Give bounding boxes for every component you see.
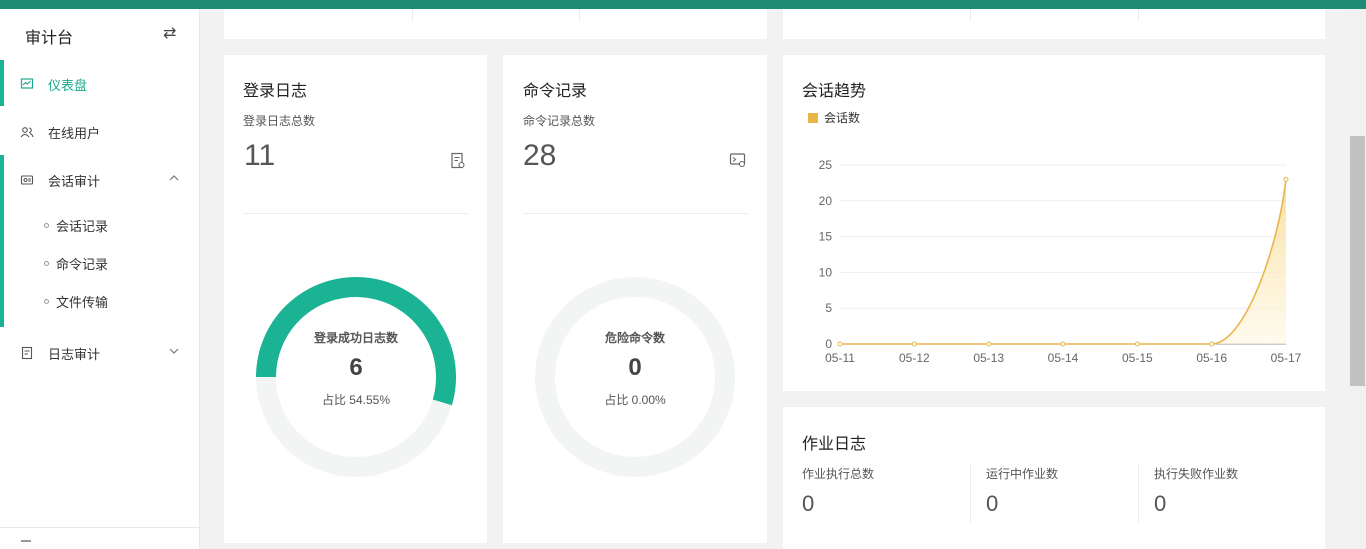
bullet-icon bbox=[44, 299, 49, 304]
y-tick-label: 0 bbox=[825, 337, 832, 351]
divider bbox=[412, 9, 413, 21]
stat-label: 运行中作业数 bbox=[986, 467, 1059, 481]
job-log-card: 作业日志 作业执行总数 0 运行中作业数 0 执行失败作业数 0 bbox=[783, 407, 1325, 549]
donut-value: 0 bbox=[628, 354, 642, 381]
stat-value: 0 bbox=[802, 491, 815, 516]
log-icon bbox=[21, 346, 33, 360]
x-tick-label: 05-12 bbox=[899, 351, 930, 365]
card-title: 命令记录 bbox=[523, 83, 588, 100]
divider bbox=[970, 463, 971, 523]
data-point bbox=[1209, 341, 1215, 347]
x-tick-label: 05-15 bbox=[1122, 351, 1153, 365]
dashboard-icon bbox=[20, 78, 34, 89]
data-point bbox=[1060, 341, 1066, 347]
sidebar-item-label: 会话审计 bbox=[48, 173, 101, 189]
stat-label: 作业执行总数 bbox=[802, 467, 875, 481]
sidebar-subitem-label: 命令记录 bbox=[56, 257, 109, 272]
sidebar-item-label: 日志审计 bbox=[48, 346, 101, 362]
scrollbar-thumb[interactable] bbox=[1350, 136, 1365, 386]
top-stats-card-left bbox=[224, 9, 767, 39]
sidebar-item-log-audit[interactable]: 日志审计 bbox=[0, 331, 200, 375]
data-point bbox=[986, 341, 992, 347]
chevron-up-icon bbox=[169, 175, 179, 181]
swap-icon[interactable]: ⇄ bbox=[163, 23, 176, 43]
divider bbox=[970, 9, 971, 21]
bullet-icon bbox=[44, 223, 49, 228]
y-tick-label: 5 bbox=[825, 301, 832, 315]
sidebar-divider bbox=[0, 527, 200, 528]
divider bbox=[243, 213, 468, 214]
sidebar-item-label: 在线用户 bbox=[48, 125, 101, 141]
sidebar-subitem-label: 会话记录 bbox=[56, 219, 109, 234]
series-line bbox=[840, 179, 1287, 345]
x-tick-label: 05-13 bbox=[973, 351, 1004, 365]
stat-label: 执行失败作业数 bbox=[1154, 467, 1239, 481]
series-area bbox=[840, 179, 1286, 344]
session-trend-card: 会话趋势 会话数 0 5 10 15 20 25 05-11 05-12 05-13 05-14 0… bbox=[783, 55, 1325, 391]
card-title: 作业日志 bbox=[802, 436, 867, 453]
sidebar-item-session-audit[interactable]: 会话审计 bbox=[0, 158, 200, 202]
divider bbox=[579, 9, 580, 21]
command-record-card: 命令记录 命令记录总数 28 危险命令数 0 占比 0.00% bbox=[503, 55, 767, 543]
sidebar-subitem-label: 文件传输 bbox=[56, 295, 109, 310]
divider bbox=[1138, 463, 1139, 523]
x-tick-label: 05-14 bbox=[1048, 351, 1079, 365]
total-label: 命令记录总数 bbox=[523, 114, 596, 128]
sidebar-subitem-command-records[interactable]: 命令记录 bbox=[44, 254, 108, 273]
donut-percent: 占比 0.00% bbox=[604, 393, 666, 407]
data-point bbox=[1134, 341, 1140, 347]
sidebar-subitem-session-records[interactable]: 会话记录 bbox=[44, 216, 108, 235]
divider bbox=[1138, 9, 1139, 21]
x-tick-label: 05-11 bbox=[825, 351, 855, 365]
total-label: 登录日志总数 bbox=[243, 114, 316, 128]
sidebar-item-online-users[interactable]: 在线用户 bbox=[0, 110, 200, 154]
data-point bbox=[1283, 176, 1289, 182]
y-tick-label: 15 bbox=[819, 230, 833, 244]
donut-label: 登录成功日志数 bbox=[313, 331, 398, 345]
data-point bbox=[911, 341, 917, 347]
sidebar-subitem-file-transfer[interactable]: 文件传输 bbox=[44, 292, 108, 311]
bullet-icon bbox=[44, 261, 49, 266]
donut-label: 危险命令数 bbox=[604, 331, 665, 345]
donut-percent: 占比 54.55% bbox=[321, 393, 391, 407]
terminal-card-icon[interactable] bbox=[729, 152, 747, 168]
stat-value: 0 bbox=[1154, 491, 1167, 516]
login-log-card: 登录日志 登录日志总数 11 登录成功日志数 6 占比 54.55% bbox=[224, 55, 487, 543]
users-icon bbox=[20, 127, 34, 138]
data-point bbox=[837, 341, 843, 347]
sidebar: 审计台 ⇄ 仪表盘 在线用户 会话审计 会话记录 命令记录 文件传输 日志审计 bbox=[0, 9, 200, 549]
total-value: 28 bbox=[523, 139, 557, 172]
sidebar-item-label: 仪表盘 bbox=[48, 77, 88, 93]
card-title: 登录日志 bbox=[243, 83, 308, 100]
x-tick-label: 05-16 bbox=[1196, 351, 1227, 365]
y-tick-label: 20 bbox=[819, 194, 833, 208]
y-tick-label: 25 bbox=[819, 158, 833, 172]
sidebar-item-dashboard[interactable]: 仪表盘 bbox=[0, 62, 200, 106]
y-tick-label: 10 bbox=[819, 265, 833, 279]
session-trend-chart: 0 5 10 15 20 25 05-11 05-12 05-13 05-14 05-15 05-16… bbox=[819, 158, 1302, 365]
menu-collapse-icon[interactable] bbox=[20, 539, 32, 549]
sidebar-title: 审计台 bbox=[25, 30, 74, 47]
chevron-down-icon bbox=[169, 348, 179, 354]
session-icon bbox=[20, 175, 34, 185]
top-stats-card-right bbox=[783, 9, 1325, 39]
stat-value: 0 bbox=[986, 491, 999, 516]
x-tick-label: 05-17 bbox=[1271, 351, 1302, 365]
top-bar bbox=[0, 0, 1366, 9]
total-value: 11 bbox=[244, 139, 276, 172]
divider bbox=[523, 213, 748, 214]
log-document-icon[interactable] bbox=[450, 152, 466, 170]
donut-value: 6 bbox=[349, 354, 363, 381]
